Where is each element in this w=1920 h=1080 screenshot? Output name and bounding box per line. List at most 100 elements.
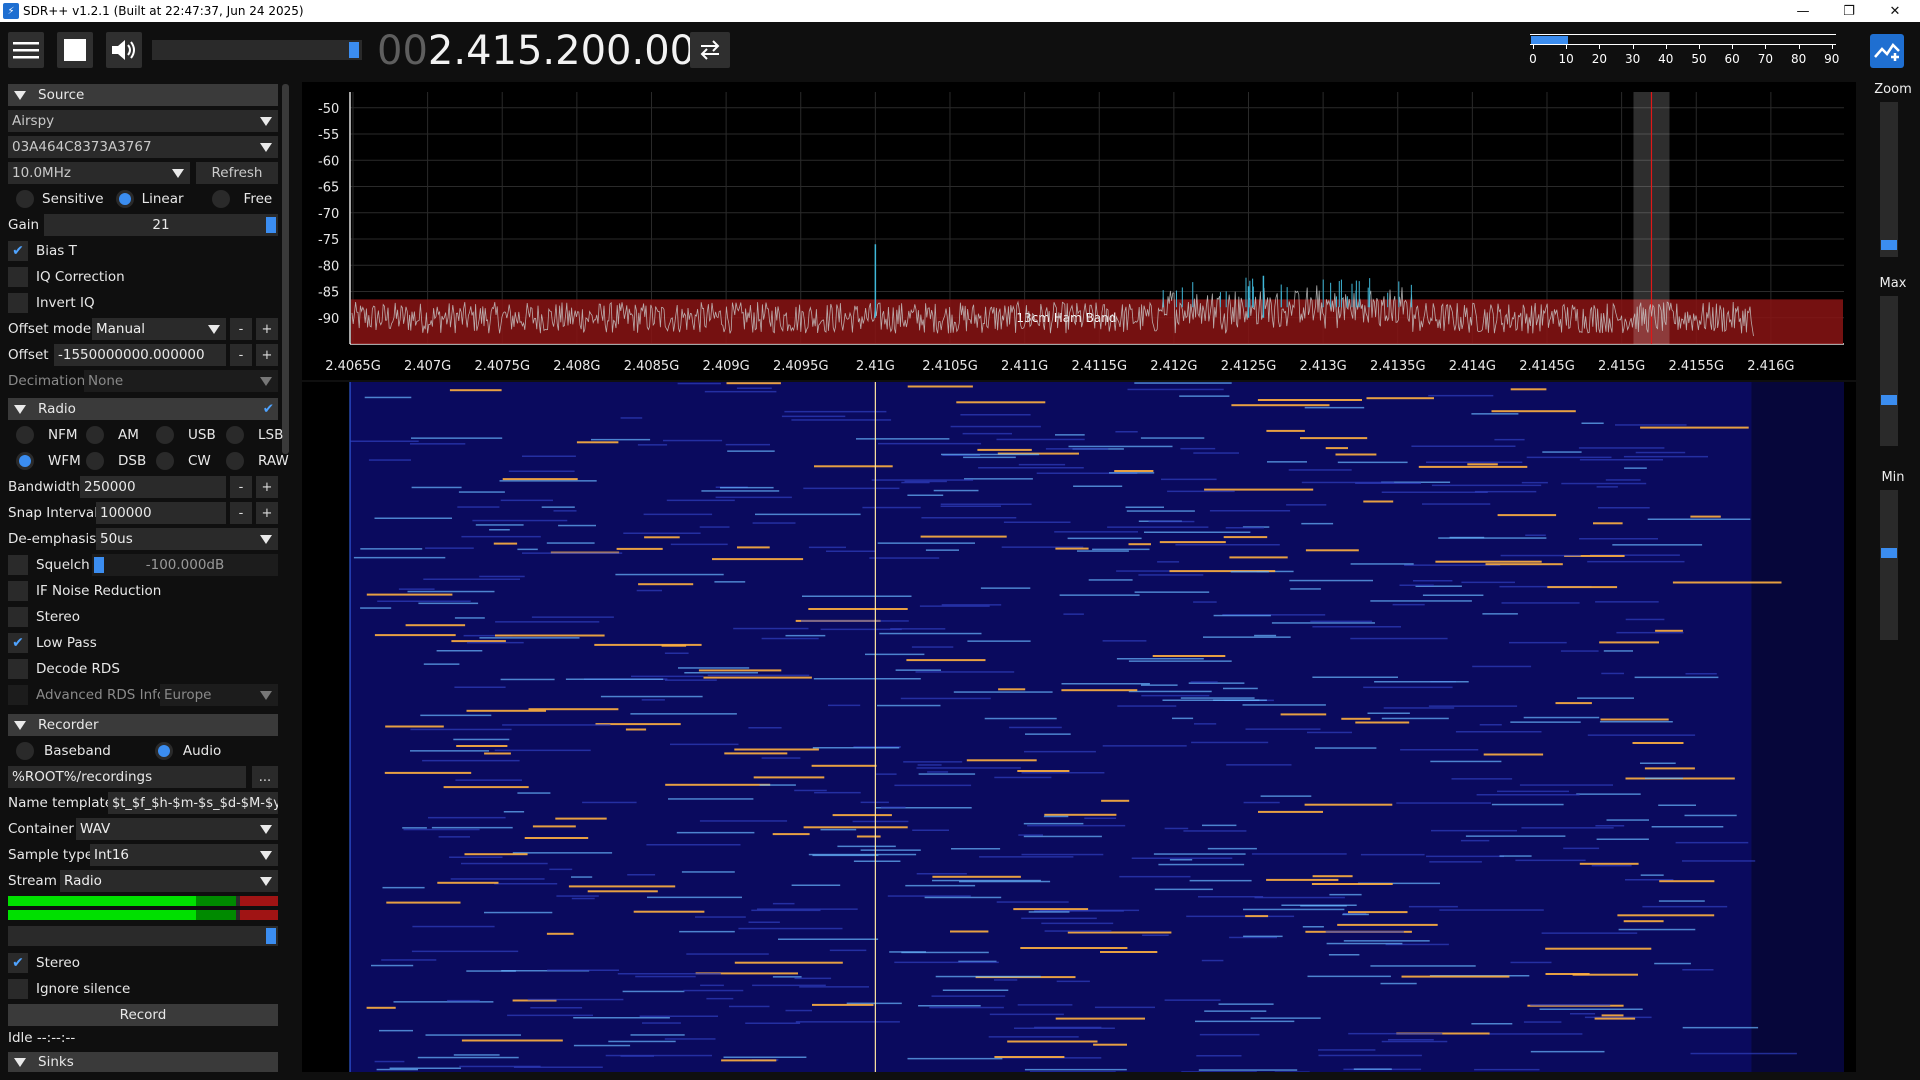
max-slider-grab[interactable] (1881, 395, 1897, 405)
demod-mode-am[interactable]: AM (86, 424, 139, 446)
ignore-silence-row[interactable]: Ignore silence (8, 978, 278, 1000)
bandwidth-minus-button[interactable]: - (230, 476, 252, 498)
demod-mode-lsb[interactable]: LSB (226, 424, 283, 446)
radio-sensitive[interactable] (16, 190, 34, 208)
radio-baseband[interactable] (16, 742, 34, 760)
offset-plus-button[interactable]: + (256, 344, 278, 366)
radio-stereo-row[interactable]: Stereo (8, 606, 278, 628)
snap-minus-button[interactable]: - (230, 502, 252, 524)
iq-correction-checkbox[interactable] (8, 267, 28, 287)
bias-t-row[interactable]: ✔ Bias T (8, 240, 278, 262)
decode-rds-checkbox[interactable] (8, 659, 28, 679)
low-pass-checkbox[interactable]: ✔ (8, 633, 28, 653)
recorder-volume-slider[interactable] (8, 926, 278, 946)
squelch-grab[interactable] (94, 557, 104, 573)
offset-input[interactable]: -1550000000.000000 (54, 344, 226, 366)
deemphasis-select[interactable]: 50us (96, 528, 278, 550)
demod-radio[interactable] (156, 452, 174, 470)
name-template-input[interactable]: $t_$f_$h-$m-$s_$d-$M-$y (108, 792, 278, 814)
radio-free[interactable] (211, 190, 230, 208)
demod-mode-raw[interactable]: RAW (226, 450, 289, 472)
offset-mode-minus-button[interactable]: - (230, 318, 252, 340)
demod-mode-cw[interactable]: CW (156, 450, 211, 472)
squelch-checkbox[interactable] (8, 555, 28, 575)
recording-path-input[interactable]: %ROOT%/recordings (8, 766, 246, 788)
demod-mode-nfm[interactable]: NFM (16, 424, 78, 446)
zoom-slider[interactable] (1880, 102, 1898, 257)
if-nr-checkbox[interactable] (8, 581, 28, 601)
menu-scrollbar[interactable] (282, 84, 289, 454)
demod-radio[interactable] (226, 452, 244, 470)
stop-button[interactable] (57, 32, 93, 68)
radio-linear[interactable] (115, 190, 134, 208)
demod-radio[interactable] (16, 452, 34, 470)
radio-audio[interactable] (154, 742, 173, 760)
squelch-slider[interactable]: -100.000dB (92, 554, 278, 576)
serial-select[interactable]: 03A464C8373A3767 (8, 136, 278, 158)
samplerate-select[interactable]: 10.0MHz (8, 162, 190, 184)
refresh-button[interactable]: Refresh (196, 162, 278, 184)
bandwidth-plus-button[interactable]: + (256, 476, 278, 498)
browse-button[interactable]: ... (252, 766, 278, 788)
decimation-select[interactable]: None (84, 370, 278, 392)
recorder-stereo-row[interactable]: ✔ Stereo (8, 952, 278, 974)
menu-button[interactable] (8, 32, 44, 68)
low-pass-row[interactable]: ✔ Low Pass (8, 632, 278, 654)
radio-enabled-check-icon[interactable]: ✔ (263, 401, 274, 417)
frequency-display[interactable]: 002.415.200.000 (377, 28, 721, 74)
demod-mode-wfm[interactable]: WFM (16, 450, 81, 472)
adv-rds-checkbox[interactable] (8, 685, 28, 705)
swap-tuning-button[interactable] (690, 32, 730, 68)
decode-rds-row[interactable]: Decode RDS (8, 658, 278, 680)
waterfall-signal (1591, 864, 1632, 867)
source-header[interactable]: Source (8, 84, 278, 106)
snap-plus-button[interactable]: + (256, 502, 278, 524)
sample-type-select[interactable]: Int16 (90, 844, 278, 866)
stream-select[interactable]: Radio (60, 870, 278, 892)
demod-radio[interactable] (226, 426, 244, 444)
snap-interval-input[interactable]: 100000 (96, 502, 226, 524)
waterfall-signal (1408, 905, 1458, 908)
restore-button[interactable]: ❐ (1826, 0, 1872, 22)
offset-mode-select[interactable]: Manual (92, 318, 226, 340)
radio-stereo-checkbox[interactable] (8, 607, 28, 627)
min-slider[interactable] (1880, 490, 1898, 640)
fft-spectrum[interactable]: -50 -55 -60 -65 -70 -75 -80 -85 -90 2.4065G 2.407G… (302, 82, 1856, 380)
record-button[interactable]: Record (8, 1004, 278, 1026)
sinks-header[interactable]: Sinks (8, 1052, 278, 1072)
waterfall[interactable] (302, 382, 1856, 1073)
bias-t-checkbox[interactable]: ✔ (8, 241, 28, 261)
max-slider[interactable] (1880, 296, 1898, 446)
demod-radio[interactable] (156, 426, 174, 444)
invert-iq-checkbox[interactable] (8, 293, 28, 313)
ignore-silence-checkbox[interactable] (8, 979, 28, 999)
gain-grab[interactable] (266, 217, 276, 233)
frequency-digits[interactable]: 2.415.200.000 (428, 28, 721, 74)
min-slider-grab[interactable] (1881, 548, 1897, 558)
minimize-button[interactable]: — (1780, 0, 1826, 22)
iq-correction-row[interactable]: IQ Correction (8, 266, 278, 288)
demod-radio[interactable] (86, 426, 104, 444)
offset-mode-plus-button[interactable]: + (256, 318, 278, 340)
radio-header[interactable]: Radio ✔ (8, 398, 278, 420)
bandwidth-input[interactable]: 250000 (80, 476, 226, 498)
demod-mode-dsb[interactable]: DSB (86, 450, 146, 472)
recorder-stereo-checkbox[interactable]: ✔ (8, 953, 28, 973)
volume-slider[interactable] (152, 40, 362, 60)
recorder-volume-grab[interactable] (266, 928, 276, 944)
volume-grab[interactable] (349, 42, 359, 58)
demod-radio[interactable] (86, 452, 104, 470)
close-button[interactable]: ✕ (1872, 0, 1918, 22)
gain-slider[interactable]: 21 (44, 214, 278, 236)
source-device-select[interactable]: Airspy (8, 110, 278, 132)
offset-minus-button[interactable]: - (230, 344, 252, 366)
demod-mode-usb[interactable]: USB (156, 424, 216, 446)
container-select[interactable]: WAV (76, 818, 278, 840)
if-nr-row[interactable]: IF Noise Reduction (8, 580, 278, 602)
invert-iq-row[interactable]: Invert IQ (8, 292, 278, 314)
mute-button[interactable] (106, 32, 142, 68)
rds-region-select[interactable]: Europe (160, 684, 278, 706)
demod-radio[interactable] (16, 426, 34, 444)
recorder-header[interactable]: Recorder (8, 714, 278, 736)
zoom-slider-grab[interactable] (1881, 240, 1897, 250)
